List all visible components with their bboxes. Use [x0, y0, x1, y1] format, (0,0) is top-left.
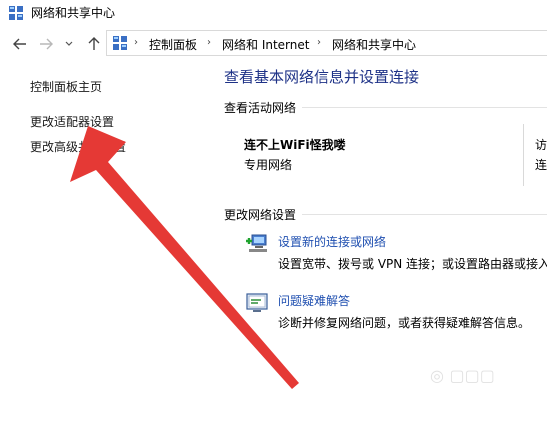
breadcrumb-network-sharing-center[interactable]: 网络和共享中心	[332, 36, 416, 53]
connections-label: 连	[535, 158, 547, 172]
address-bar[interactable]: › 控制面板 › 网络和 Internet › 网络和共享中心	[106, 30, 547, 56]
access-type-label: 访	[535, 138, 547, 152]
section-divider	[302, 214, 547, 215]
sidebar-item-change-adapter-settings[interactable]: 更改适配器设置	[30, 113, 114, 130]
watermark-logo: ◎ ▢▢▢	[430, 366, 495, 385]
title-bar: 网络和共享中心	[0, 0, 547, 26]
troubleshoot-problems-link[interactable]: 问题疑难解答	[278, 292, 350, 309]
page-title: 查看基本网络信息并设置连接	[224, 68, 420, 86]
setup-new-connection-desc: 设置宽带、拨号或 VPN 连接；或设置路由器或接入	[278, 257, 547, 271]
forward-button[interactable]	[36, 34, 56, 54]
chevron-down-icon	[65, 41, 73, 46]
troubleshoot-problems-desc: 诊断并修复网络问题，或者获得疑难解答信息。	[278, 316, 531, 330]
setup-new-connection-link[interactable]: 设置新的连接或网络	[278, 233, 386, 250]
up-button[interactable]	[84, 34, 104, 54]
vertical-divider	[523, 124, 524, 186]
active-networks-heading: 查看活动网络	[224, 101, 297, 115]
back-arrow-icon	[13, 38, 26, 50]
sidebar-item-control-panel-home[interactable]: 控制面板主页	[30, 78, 102, 95]
breadcrumb-control-panel[interactable]: 控制面板	[149, 36, 197, 53]
troubleshoot-icon	[246, 293, 268, 312]
forward-arrow-icon	[40, 38, 53, 50]
network-name: 连不上WiFi怪我喽	[244, 138, 346, 152]
recent-locations-button[interactable]	[62, 34, 76, 54]
new-connection-icon	[246, 234, 267, 252]
change-network-settings-heading: 更改网络设置	[224, 208, 297, 222]
window-title: 网络和共享中心	[31, 6, 116, 20]
control-panel-icon	[113, 36, 127, 50]
section-divider	[302, 107, 547, 108]
breadcrumb-network-internet[interactable]: 网络和 Internet	[222, 36, 309, 53]
sidebar-item-change-advanced-sharing[interactable]: 更改高级共享设置	[30, 138, 126, 155]
network-center-icon	[9, 6, 23, 20]
up-arrow-icon	[88, 37, 100, 50]
chevron-right-icon[interactable]: ›	[207, 37, 211, 48]
chevron-right-icon[interactable]: ›	[134, 37, 138, 48]
network-type: 专用网络	[244, 158, 293, 172]
chevron-right-icon[interactable]: ›	[317, 37, 321, 48]
back-button[interactable]	[10, 34, 30, 54]
